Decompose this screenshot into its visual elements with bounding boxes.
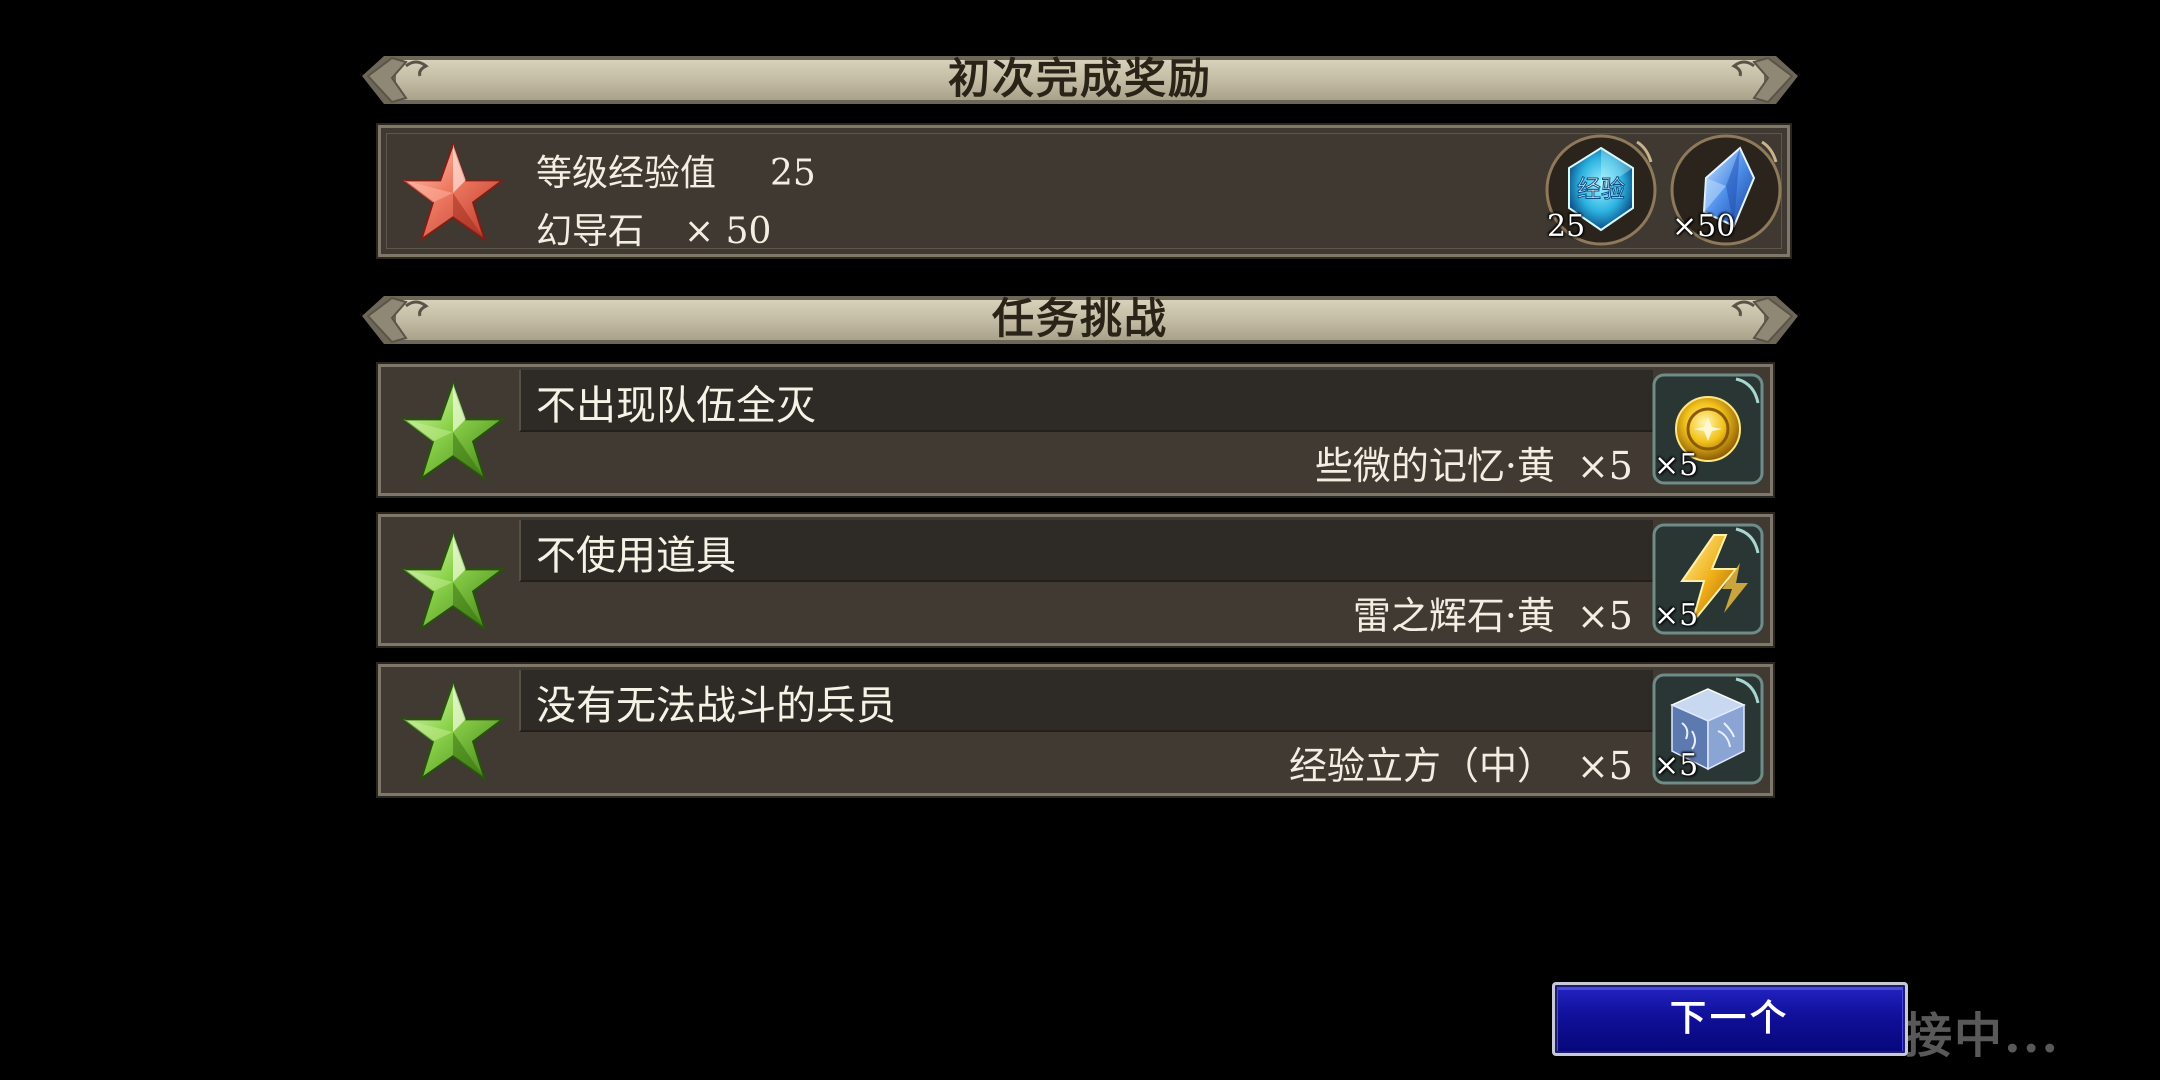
thunder-stone-icon[interactable]: ×5 [1652,523,1764,635]
mission-reward-qty: ×5 [1576,594,1633,638]
stone-value: × 50 [684,211,772,252]
mission-reward-name: 雷之辉石·黄 [1352,594,1555,638]
green-star-icon [400,680,506,782]
crystal-count: ×50 [1672,209,1736,244]
green-star-icon [400,530,506,632]
connecting-status: 接中... [1904,1008,2061,1064]
item-count: ×5 [1654,448,1699,483]
mission-challenge-header: 任务挑战 [362,292,1798,348]
item-count: ×5 [1654,748,1699,783]
mission-reward-name: 经验立方（中） [1288,744,1555,788]
item-count: ×5 [1654,598,1699,633]
mission-reward-qty: ×5 [1576,744,1633,788]
green-star-icon [400,380,506,482]
mission-reward: 雷之辉石·黄 ×5 [1353,585,1633,640]
mission-reward-qty: ×5 [1576,444,1633,488]
exp-cube-icon[interactable]: ×5 [1652,673,1764,785]
mission-reward: 些微的记忆·黄 ×5 [1315,435,1633,490]
svg-text:经验: 经验 [1577,175,1625,203]
exp-label: 等级经验值 [536,153,717,194]
mission-reward: 经验立方（中） ×5 [1289,735,1633,790]
mission-row: 不使用道具 雷之辉石·黄 ×5 ×5 [376,512,1775,648]
blue-crystal-icon[interactable]: ×50 [1670,134,1782,246]
first-clear-panel: 等级经验值 25 幻导石 × 50 经验 25 ×50 [376,123,1792,259]
mission-title: 不使用道具 [536,533,736,579]
stone-label: 幻导石 [536,211,645,252]
yellow-memory-orb-icon[interactable]: ×5 [1652,373,1764,485]
exp-value: 25 [770,153,816,194]
exp-count: 25 [1547,209,1586,244]
mission-title: 不出现队伍全灭 [536,383,816,429]
exp-crystal-icon[interactable]: 经验 25 [1545,134,1657,246]
mission-reward-name: 些微的记忆·黄 [1314,444,1555,488]
next-button[interactable]: 下一个 [1552,982,1908,1056]
first-clear-title: 初次完成奖励 [947,54,1212,103]
mission-row: 不出现队伍全灭 些微的记忆·黄 ×5 ×5 [376,362,1775,498]
mission-row: 没有无法战斗的兵员 经验立方（中） ×5 ×5 [376,662,1775,798]
exp-reward-line: 等级经验值 25 [536,144,816,196]
mission-challenge-title: 任务挑战 [991,294,1168,343]
mission-title: 没有无法战斗的兵员 [536,683,896,729]
red-star-icon [400,141,506,243]
first-clear-header: 初次完成奖励 [362,52,1798,108]
stone-reward-line: 幻导石 × 50 [536,202,771,254]
